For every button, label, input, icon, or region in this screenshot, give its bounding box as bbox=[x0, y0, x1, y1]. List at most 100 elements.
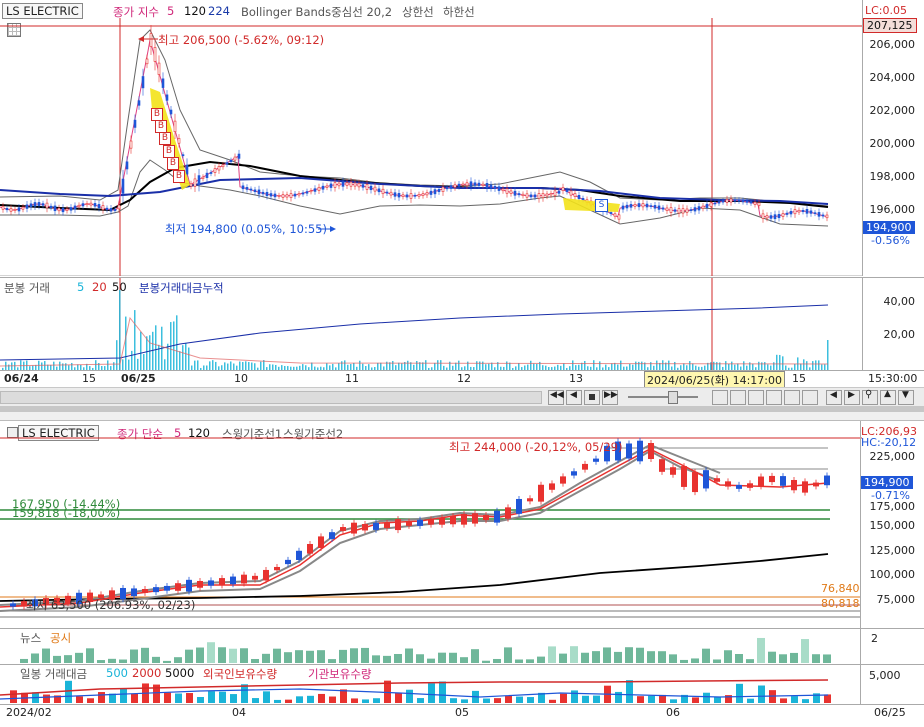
intraday-price-plot[interactable] bbox=[0, 18, 862, 276]
search-icon: ⚲ bbox=[865, 389, 873, 400]
daily-volume-bar bbox=[736, 683, 743, 703]
search-button[interactable]: ⚲ bbox=[862, 389, 878, 405]
volume-axis[interactable]: 40,00 20,00 bbox=[862, 277, 924, 371]
news-bar bbox=[229, 648, 237, 663]
daily-candle bbox=[725, 481, 731, 487]
scroll-left-button[interactable]: ◀ bbox=[566, 390, 582, 405]
ma2-label[interactable]: 120 bbox=[184, 4, 206, 18]
volume-bar bbox=[53, 361, 55, 370]
intraday-candle bbox=[429, 190, 433, 195]
daily-volume-bar bbox=[87, 698, 94, 703]
daily-volume-bar bbox=[560, 693, 567, 703]
daily-candle bbox=[791, 479, 797, 491]
news-bar bbox=[251, 658, 259, 663]
intraday-price-axis[interactable]: LC:0.05 207,125 206,000 204,000 202,000 … bbox=[862, 0, 924, 276]
intraday-candle bbox=[249, 188, 253, 191]
volume-bar bbox=[176, 315, 178, 370]
horizontal-scrollbar[interactable] bbox=[0, 391, 542, 404]
news-bar bbox=[570, 646, 578, 663]
daily-low-label: 최저 63,500 (206.93%, 02/23) bbox=[26, 598, 196, 612]
buy-marker[interactable]: B bbox=[159, 132, 171, 145]
daily-volume-bar bbox=[670, 699, 677, 703]
y-tick: 206,000 bbox=[869, 38, 916, 51]
zoom-slider[interactable] bbox=[628, 396, 698, 398]
zoom-slider-thumb[interactable] bbox=[668, 391, 678, 404]
volume-bar bbox=[398, 362, 400, 370]
daily-candle bbox=[252, 575, 258, 580]
zoom-out-button[interactable] bbox=[730, 390, 746, 405]
daily-hc: HC:-20,12 bbox=[861, 436, 917, 449]
daily-candle bbox=[461, 513, 467, 525]
scroll-left-fast-button[interactable]: ◀◀ bbox=[548, 390, 564, 405]
intraday-candle bbox=[513, 190, 517, 196]
intraday-candle bbox=[729, 198, 733, 203]
intraday-candle bbox=[349, 181, 353, 187]
settings-button[interactable] bbox=[784, 390, 800, 405]
intraday-volume-panel[interactable]: 분봉 거래 5 20 50 분봉거래대금누적 bbox=[0, 277, 862, 371]
daily-candle bbox=[197, 580, 203, 588]
intraday-candle bbox=[657, 205, 661, 210]
daily-volume-panel[interactable]: 일봉 거래대금 500 2000 5000 외국인보유수량 기관보유수량 bbox=[0, 664, 860, 705]
current-change: -0.56% bbox=[871, 234, 910, 247]
intraday-candle bbox=[413, 194, 417, 197]
daily-volume-bar bbox=[582, 695, 589, 703]
stop-button[interactable] bbox=[584, 390, 600, 405]
stock-name[interactable]: LS ELECTRIC bbox=[2, 3, 83, 19]
intraday-candle bbox=[5, 208, 9, 211]
daily-candle bbox=[582, 463, 588, 470]
intraday-candle bbox=[761, 213, 765, 219]
intraday-candle bbox=[801, 210, 805, 213]
daily-y-tick: 175,000 bbox=[869, 500, 916, 513]
volume-bar bbox=[437, 360, 439, 370]
volume-bar bbox=[41, 362, 43, 370]
ma3-label[interactable]: 224 bbox=[208, 4, 230, 18]
volume-bar bbox=[311, 362, 313, 370]
news-bar bbox=[218, 647, 226, 663]
sell-marker[interactable]: S bbox=[595, 199, 608, 212]
news-bar bbox=[64, 655, 72, 663]
compare-button[interactable] bbox=[802, 390, 818, 405]
intraday-candle bbox=[733, 199, 737, 202]
intraday-candle bbox=[33, 202, 37, 207]
daily-volume-bar bbox=[10, 690, 17, 703]
intraday-candle bbox=[149, 33, 153, 47]
daily-volume-bar bbox=[230, 694, 237, 703]
news-bar bbox=[691, 658, 699, 663]
move-up-button[interactable]: ▲ bbox=[880, 389, 896, 405]
volume-bar bbox=[182, 345, 184, 370]
news-bar bbox=[702, 648, 710, 663]
buy-marker[interactable]: B bbox=[173, 170, 185, 183]
buy-marker[interactable]: B bbox=[167, 157, 179, 170]
scroll-right-fast-button[interactable]: ▶▶ bbox=[602, 390, 618, 405]
daily-candle bbox=[153, 587, 159, 593]
intraday-candle bbox=[509, 190, 513, 194]
intraday-candle bbox=[385, 191, 389, 194]
fit-button[interactable] bbox=[748, 390, 764, 405]
up-icon: ▲ bbox=[884, 389, 891, 399]
move-down-button[interactable]: ▼ bbox=[898, 390, 914, 405]
intraday-candle bbox=[97, 204, 101, 209]
intraday-candle bbox=[369, 185, 373, 191]
intraday-candle bbox=[425, 192, 429, 196]
volume-bar bbox=[380, 362, 382, 370]
intraday-x-axis: 06/24 15 06/25 10 11 12 13 2024/06/25(화)… bbox=[0, 370, 924, 389]
daily-volume-bar bbox=[373, 698, 380, 703]
period-button[interactable] bbox=[766, 390, 782, 405]
volume-bar bbox=[188, 347, 190, 370]
daily-candle bbox=[164, 585, 170, 591]
intraday-candle bbox=[769, 215, 773, 219]
nav-right-button[interactable]: ▶ bbox=[844, 390, 860, 405]
daily-volume-bar bbox=[98, 692, 105, 703]
nav-left-button[interactable]: ◀ bbox=[826, 390, 842, 405]
volume-bar bbox=[476, 361, 478, 370]
news-bars bbox=[20, 637, 831, 663]
volume-bar bbox=[392, 361, 394, 370]
zoom-in-button[interactable] bbox=[712, 390, 728, 405]
intraday-candle bbox=[241, 185, 245, 190]
daily-candle bbox=[285, 559, 291, 565]
daily-price-axis[interactable]: LC:206,93 HC:-20,12 225,000 194,900 -0.7… bbox=[821, 421, 924, 628]
daily-volume-bar bbox=[340, 689, 347, 703]
daily-candle bbox=[571, 471, 577, 476]
news-panel[interactable]: 뉴스 공시 bbox=[0, 628, 860, 665]
ma1-label[interactable]: 5 bbox=[167, 4, 174, 18]
